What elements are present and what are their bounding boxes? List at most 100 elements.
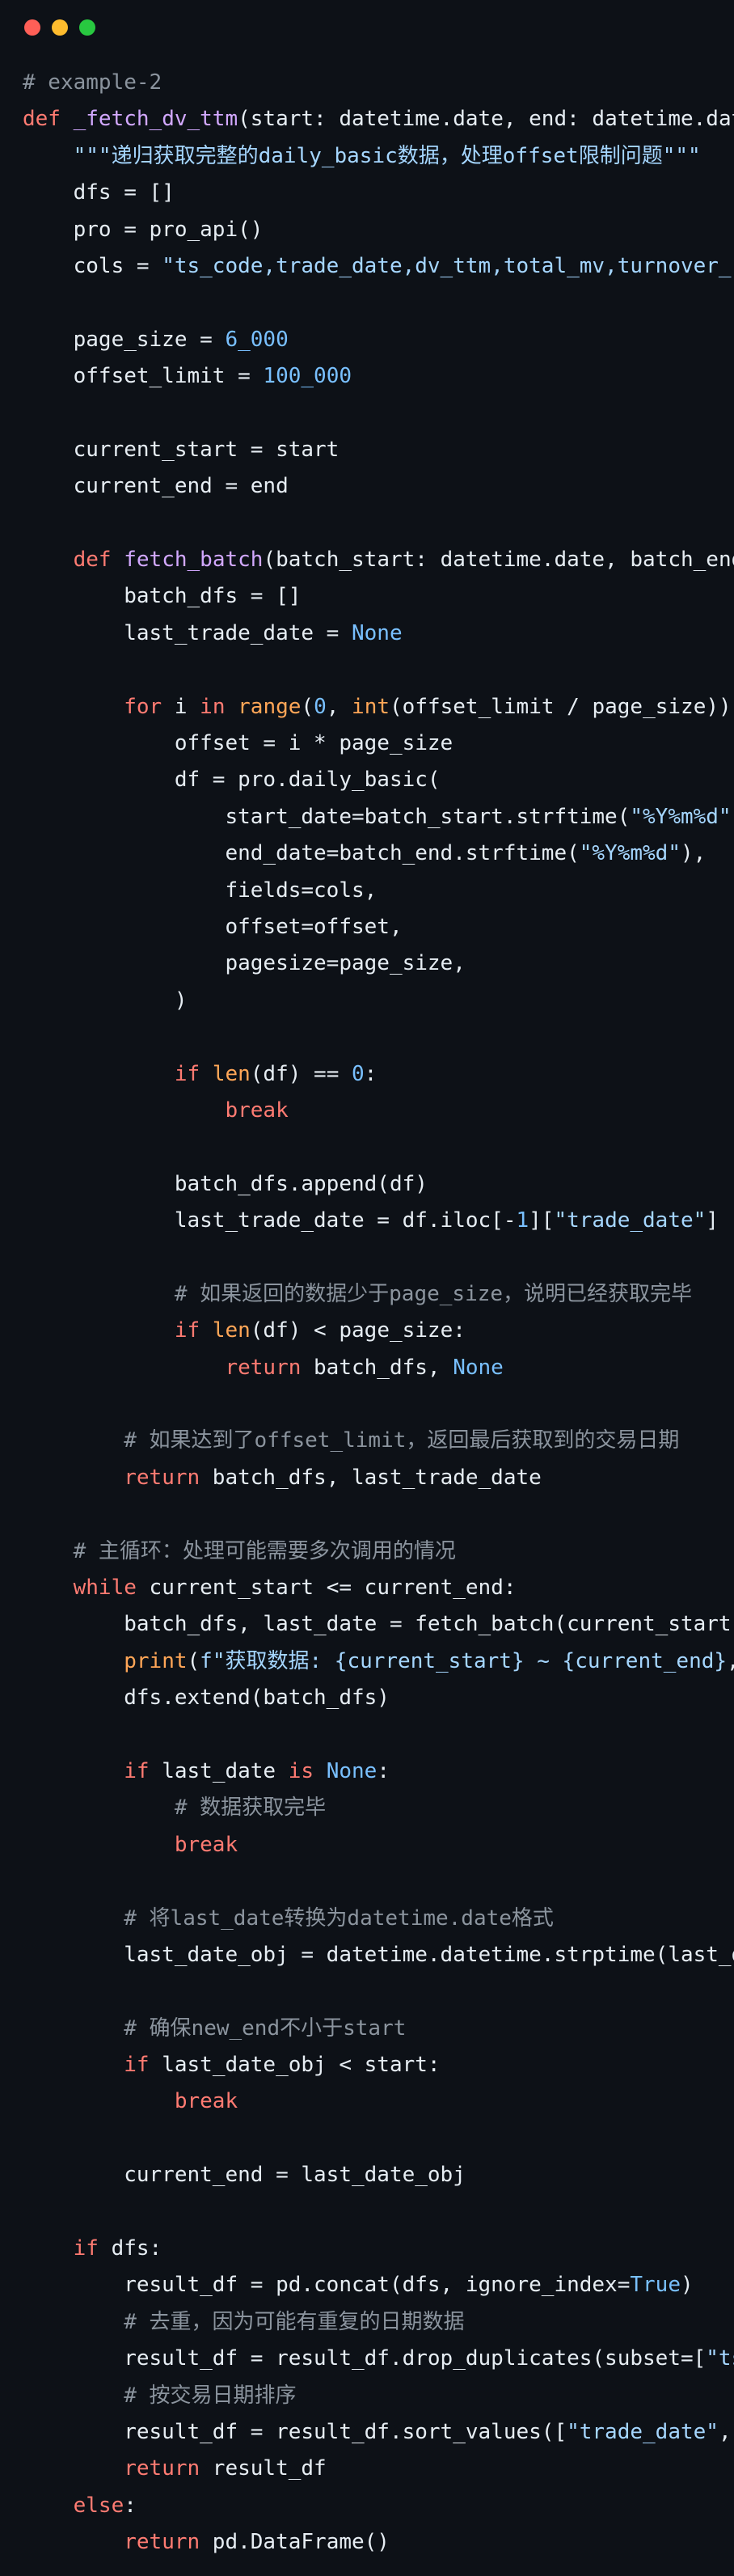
code-line: # 数据获取完毕 xyxy=(23,1790,734,1826)
code-token-plain: result_df = result_df.drop_duplicates(su… xyxy=(23,2346,707,2371)
code-token-comment: # 将last_date转换为datetime.date格式 xyxy=(124,1906,554,1931)
code-token-plain: current_start <= current_end: xyxy=(136,1576,517,1601)
code-line: # 确保new_end不小于start xyxy=(23,2011,734,2047)
code-line: start_date=batch_start.strftime("%Y%m%d" xyxy=(23,799,734,835)
code-token-str: f"获取数据: {current_start} ~ {current_end} xyxy=(200,1648,728,1673)
code-line: def _fetch_dv_ttm(start: datetime.date, … xyxy=(23,101,734,137)
code-line: df = pro.daily_basic( xyxy=(23,762,734,798)
code-token-plain: , xyxy=(326,694,352,719)
code-token-str: """递归获取完整的daily_basic数据，处理offset限制问题""" xyxy=(73,143,701,168)
code-token-kw: if xyxy=(124,1758,150,1783)
code-token-plain: last_date_obj < start: xyxy=(149,2053,441,2078)
code-token-kw: return xyxy=(124,2530,200,2555)
code-token-kw: else xyxy=(73,2493,124,2518)
code-token-plain: pagesize=page_size, xyxy=(23,951,466,976)
code-token-plain: ][ xyxy=(529,1208,555,1233)
zoom-button[interactable] xyxy=(79,19,95,36)
code-line: # 如果达到了offset_limit，返回最后获取到的交易日期 xyxy=(23,1423,734,1459)
code-line: if dfs: xyxy=(23,2231,734,2267)
code-token-builtin: print xyxy=(124,1648,188,1673)
code-line: while current_start <= current_end: xyxy=(23,1570,734,1606)
code-token-kw: def xyxy=(73,548,124,573)
code-line: # example-2 xyxy=(23,65,734,101)
code-token-plain: offset=offset, xyxy=(23,914,403,939)
code-token-plain: (batch_start: datetime.date, batch_end xyxy=(263,548,734,573)
code-token-comment: # 如果达到了offset_limit，返回最后获取到的交易日期 xyxy=(124,1428,680,1453)
code-line: end_date=batch_end.strftime("%Y%m%d"), xyxy=(23,835,734,872)
code-token-plain: end_date=batch_end.strftime( xyxy=(23,841,580,866)
code-line: last_date_obj = datetime.datetime.strpti… xyxy=(23,1937,734,1973)
code-token-str: "trade_date" xyxy=(554,1208,707,1233)
code-token-plain: i xyxy=(162,694,200,719)
code-token-num: 0 xyxy=(314,694,327,719)
code-token-comment: # 按交易日期排序 xyxy=(124,2383,297,2408)
code-token-comment: # 主循环：处理可能需要多次调用的情况 xyxy=(73,1538,456,1563)
code-window: # example-2 def _fetch_dv_ttm(start: date… xyxy=(0,0,734,2576)
code-token-plain: result_df xyxy=(200,2456,327,2481)
code-token-plain: batch_dfs, last_date = fetch_batch(curre… xyxy=(23,1612,732,1637)
code-line: # 主循环：处理可能需要多次调用的情况 xyxy=(23,1533,734,1570)
code-token-plain: page_size = xyxy=(23,327,226,352)
code-token-num: 6_000 xyxy=(225,327,289,352)
code-token-kw: return xyxy=(124,1465,200,1490)
code-token-plain: ) xyxy=(23,988,188,1013)
code-line: # 如果返回的数据少于page_size，说明已经获取完毕 xyxy=(23,1276,734,1313)
code-line: # 去重，因为可能有重复的日期数据 xyxy=(23,2304,734,2341)
code-token-const: True xyxy=(630,2273,681,2298)
code-token-kw: is xyxy=(288,1758,314,1783)
code-token-plain: batch_dfs, xyxy=(301,1355,453,1380)
code-line: last_trade_date = None xyxy=(23,615,734,652)
code-token-plain: last_trade_date = xyxy=(23,620,352,645)
window-controls xyxy=(24,19,95,36)
code-line: if last_date is None: xyxy=(23,1753,734,1790)
code-line: result_df = pd.concat(dfs, ignore_index=… xyxy=(23,2267,734,2303)
code-line: break xyxy=(23,1093,734,1129)
code-line: pagesize=page_size, xyxy=(23,945,734,982)
code-token-kw: if xyxy=(73,2236,99,2261)
code-line: else: xyxy=(23,2488,734,2524)
minimize-button[interactable] xyxy=(52,19,68,36)
code-token-plain: (df) == xyxy=(250,1061,352,1086)
code-line: return batch_dfs, None xyxy=(23,1350,734,1386)
code-token-kw: def xyxy=(23,107,74,132)
code-token-num: 1 xyxy=(516,1208,529,1233)
code-token-plain: df = pro.daily_basic( xyxy=(23,768,441,793)
code-line: batch_dfs.append(df) xyxy=(23,1166,734,1203)
code-line: if len(df) == 0: xyxy=(23,1056,734,1093)
code-line: print(f"获取数据: {current_start} ~ {current… xyxy=(23,1643,734,1680)
code-token-kw: break xyxy=(174,2089,238,2114)
code-token-const: None xyxy=(352,620,403,645)
close-button[interactable] xyxy=(24,19,40,36)
code-token-kw: in xyxy=(200,694,226,719)
code-line: for i in range(0, int(offset_limit / pag… xyxy=(23,689,734,725)
code-token-str: "%Y%m%d" xyxy=(579,841,681,866)
code-line: offset_limit = 100_000 xyxy=(23,358,734,395)
code-line: ) xyxy=(23,983,734,1019)
code-token-plain: start_date=batch_start.strftime( xyxy=(23,804,631,829)
code-token-plain: current_end = end xyxy=(23,474,289,499)
code-token-comment: # example-2 xyxy=(23,70,162,95)
code-line: if last_date_obj < start: xyxy=(23,2047,734,2083)
code-token-plain: batch_dfs, last_trade_date xyxy=(200,1465,542,1490)
code-line: last_trade_date = df.iloc[-1]["trade_dat… xyxy=(23,1203,734,1239)
code-token-kw: break xyxy=(225,1098,289,1123)
